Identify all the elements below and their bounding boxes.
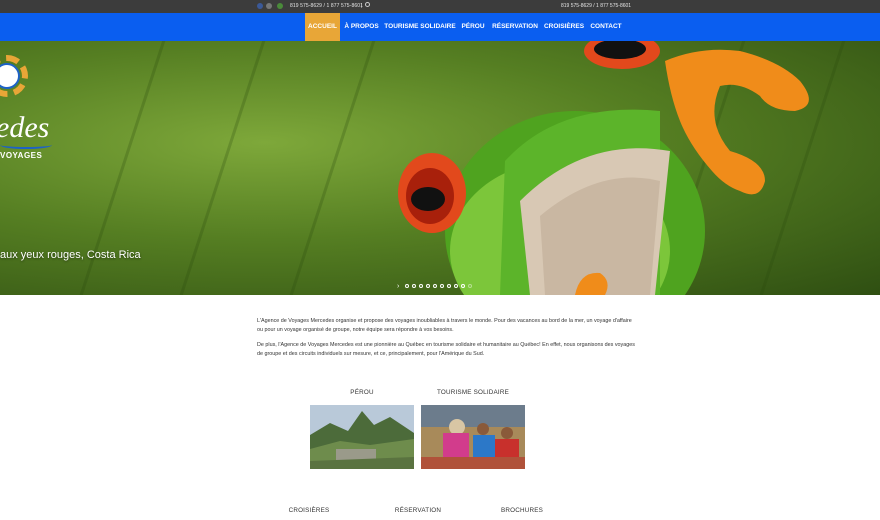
divider: | (361, 3, 363, 9)
intro-text: L'Agence de Voyages Mercedes organise et… (257, 317, 637, 365)
phone-number-right: 819 575-8629 / 1 877 575-8601 (561, 3, 632, 9)
slide-dot[interactable] (405, 284, 410, 288)
feature-label[interactable]: PÉROU (310, 389, 414, 396)
machu-picchu-image[interactable] (310, 405, 414, 469)
slide-dot[interactable] (468, 284, 473, 288)
slide-dot[interactable] (412, 284, 417, 288)
link-croisieres[interactable]: CROISIÈRES (269, 507, 349, 514)
google-plus-icon[interactable] (266, 3, 272, 9)
nav-item-perou[interactable]: PÉROU (459, 13, 487, 41)
slide-dot[interactable] (433, 284, 438, 288)
slider-pagination: › (397, 282, 473, 290)
email-icon[interactable] (277, 3, 283, 9)
slide-dot[interactable] (426, 284, 431, 288)
slide-caption: aux yeux rouges, Costa Rica (0, 249, 141, 261)
logo-subtext: VOYAGES (0, 151, 43, 160)
slide-dot[interactable] (461, 284, 466, 288)
search-icon[interactable] (365, 2, 370, 7)
nav-item-reservation[interactable]: RÉSERVATION (490, 13, 540, 41)
facebook-icon[interactable] (257, 3, 263, 9)
feature-perou[interactable]: PÉROU (310, 389, 414, 469)
phone-number: 819 575-8629 / 1 877 575-8601 (290, 3, 363, 9)
feature-tourisme-solidaire[interactable]: TOURISME SOLIDAIRE (421, 389, 525, 469)
logo-swoosh (0, 141, 52, 149)
slide-dot[interactable] (440, 284, 445, 288)
nav-item-contact[interactable]: CONTACT (588, 13, 624, 41)
intro-paragraph-2: De plus, l'Agence de Voyages Mercedes es… (257, 342, 635, 357)
hero-slider[interactable]: edes VOYAGES aux yeux rouges, Costa Rica (0, 41, 880, 295)
link-brochures[interactable]: BROCHURES (482, 507, 562, 514)
logo-text: edes (0, 111, 50, 144)
feature-label[interactable]: TOURISME SOLIDAIRE (421, 389, 525, 396)
solidarity-tourism-image[interactable] (421, 405, 525, 469)
nav-item-a-propos[interactable]: À PROPOS (342, 13, 381, 41)
nav-item-accueil[interactable]: ACCUEIL (305, 13, 340, 41)
nav-item-tourisme-solidaire[interactable]: TOURISME SOLIDAIRE (384, 13, 456, 41)
slide-dot[interactable] (447, 284, 452, 288)
intro-paragraph-1: L'Agence de Voyages Mercedes organise et… (257, 318, 632, 333)
next-arrow-icon[interactable]: › (397, 283, 399, 290)
nav-item-croisieres[interactable]: CROISIÈRES (543, 13, 585, 41)
slide-dot[interactable] (419, 284, 424, 288)
slide-dot[interactable] (454, 284, 459, 288)
link-reservation[interactable]: RÉSERVATION (378, 507, 458, 514)
main-nav: ACCUEIL À PROPOS TOURISME SOLIDAIRE PÉRO… (0, 13, 880, 41)
top-bar: 819 575-8629 / 1 877 575-8601 | 819 575-… (0, 0, 880, 13)
